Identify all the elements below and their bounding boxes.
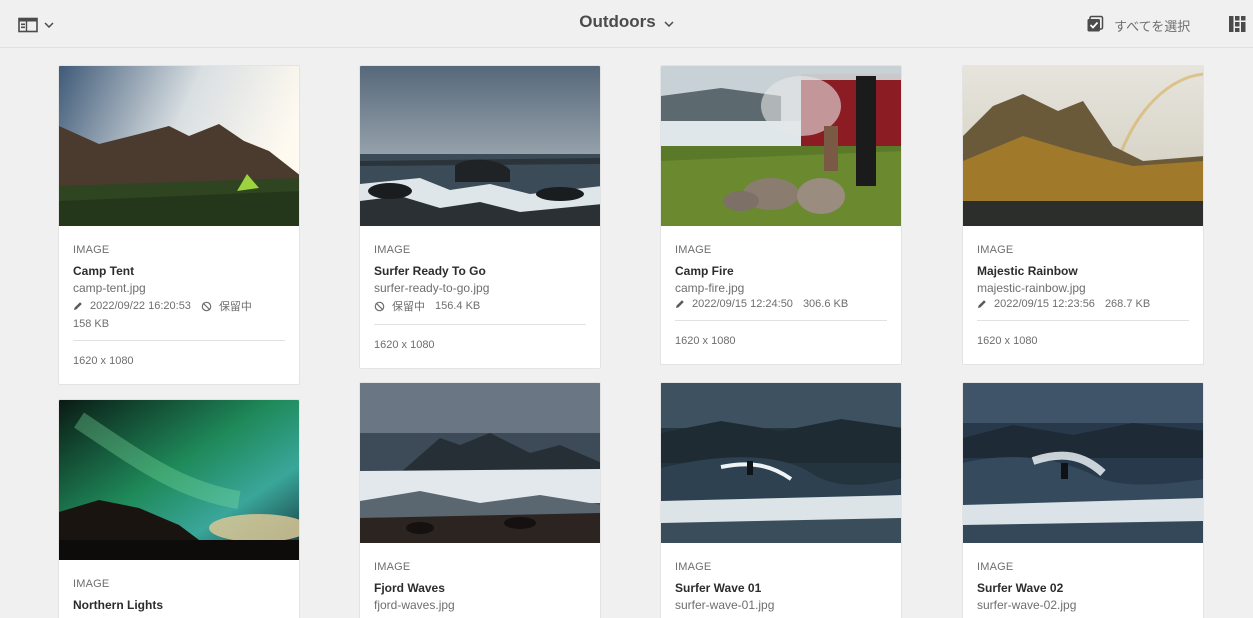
card-view-icon — [1228, 16, 1246, 37]
asset-title: Camp Tent — [73, 264, 135, 278]
asset-type: IMAGE — [374, 561, 411, 573]
asset-filename: camp-fire.jpg — [675, 281, 745, 295]
asset-thumbnail — [661, 383, 901, 543]
asset-type: IMAGE — [977, 244, 1014, 256]
asset-filename: surfer-wave-01.jpg — [675, 598, 775, 612]
asset-filename: camp-tent.jpg — [73, 281, 146, 295]
action-bar: Outdoors すべてを選択 — [0, 0, 1253, 48]
chevron-down-icon — [664, 12, 674, 32]
asset-filename: majestic-rainbow.jpg — [977, 281, 1086, 295]
asset-type: IMAGE — [73, 578, 110, 590]
file-size: 268.7 KB — [1104, 298, 1151, 310]
asset-thumbnail — [59, 66, 299, 226]
pending-icon — [201, 301, 212, 312]
asset-type: IMAGE — [977, 561, 1014, 573]
status-text: 保留中 — [392, 301, 425, 313]
asset-dimensions: 1620 x 1080 — [977, 335, 1038, 347]
asset-thumbnail — [360, 383, 600, 543]
asset-thumbnail — [661, 66, 901, 226]
asset-meta: 2022/09/15 12:23:56 268.7 KB — [977, 298, 1189, 310]
asset-title: Fjord Waves — [374, 581, 445, 595]
asset-type: IMAGE — [675, 244, 712, 256]
select-all-button[interactable]: すべてを選択 — [1086, 14, 1190, 36]
asset-title: Surfer Wave 01 — [675, 581, 762, 595]
asset-card[interactable]: IMAGE Northern Lights — [58, 399, 300, 618]
asset-type: IMAGE — [675, 561, 712, 573]
select-all-label: すべてを選択 — [1114, 18, 1191, 34]
page-title: Outdoors — [579, 12, 656, 31]
folder-title-dropdown[interactable]: Outdoors — [579, 12, 674, 32]
asset-card[interactable]: IMAGE Fjord Waves fjord-waves.jpg — [359, 382, 601, 618]
asset-title: Surfer Wave 02 — [977, 581, 1064, 595]
pencil-icon — [675, 299, 685, 309]
title-region: Outdoors — [0, 12, 1253, 32]
asset-thumbnail — [963, 66, 1203, 226]
divider — [374, 324, 586, 325]
asset-title: Camp Fire — [675, 264, 734, 278]
asset-meta: 2022/09/22 16:20:53 保留中 158 KB — [73, 298, 285, 330]
status-meta: 保留中 — [374, 298, 425, 314]
asset-title: Surfer Ready To Go — [374, 264, 486, 278]
view-switcher-button[interactable] — [1228, 15, 1246, 38]
pending-icon — [374, 301, 385, 312]
asset-dimensions: 1620 x 1080 — [374, 339, 435, 351]
asset-type: IMAGE — [73, 244, 110, 256]
asset-type: IMAGE — [374, 244, 411, 256]
asset-meta: 保留中 156.4 KB — [374, 298, 586, 314]
file-size: 158 KB — [73, 318, 110, 330]
asset-card[interactable]: IMAGE Camp Tent camp-tent.jpg 2022/09/22… — [58, 65, 300, 385]
divider — [73, 340, 285, 341]
asset-filename: surfer-wave-02.jpg — [977, 598, 1077, 612]
divider — [977, 320, 1189, 321]
modified-meta: 2022/09/22 16:20:53 — [73, 300, 191, 312]
asset-dimensions: 1620 x 1080 — [73, 355, 134, 367]
checkbox-icon — [1086, 15, 1104, 36]
file-size: 306.6 KB — [802, 298, 849, 310]
divider — [675, 320, 887, 321]
modified-date: 2022/09/15 12:24:50 — [692, 298, 793, 310]
asset-title: Northern Lights — [73, 598, 163, 612]
pencil-icon — [73, 301, 83, 311]
asset-meta: 2022/09/15 12:24:50 306.6 KB — [675, 298, 887, 310]
asset-card[interactable]: IMAGE Camp Fire camp-fire.jpg 2022/09/15… — [660, 65, 902, 365]
asset-title: Majestic Rainbow — [977, 264, 1078, 278]
asset-grid: IMAGE Camp Tent camp-tent.jpg 2022/09/22… — [0, 48, 1253, 618]
asset-thumbnail — [59, 400, 299, 560]
asset-filename: fjord-waves.jpg — [374, 598, 455, 612]
asset-card[interactable]: IMAGE Surfer Wave 02 surfer-wave-02.jpg — [962, 382, 1204, 618]
asset-card[interactable]: IMAGE Surfer Ready To Go surfer-ready-to… — [359, 65, 601, 369]
asset-thumbnail — [360, 66, 600, 226]
pencil-icon — [977, 299, 987, 309]
status-text: 保留中 — [218, 301, 252, 313]
asset-filename: surfer-ready-to-go.jpg — [374, 281, 490, 295]
asset-card[interactable]: IMAGE Surfer Wave 01 surfer-wave-01.jpg — [660, 382, 902, 618]
file-size: 156.4 KB — [435, 300, 481, 312]
status-meta: 保留中 — [201, 298, 252, 314]
modified-date: 2022/09/22 16:20:53 — [90, 300, 191, 312]
asset-dimensions: 1620 x 1080 — [675, 335, 736, 347]
modified-date: 2022/09/15 12:23:56 — [994, 298, 1095, 310]
modified-meta: 2022/09/15 12:23:56 — [977, 298, 1095, 310]
asset-thumbnail — [963, 383, 1203, 543]
modified-meta: 2022/09/15 12:24:50 — [675, 298, 793, 310]
asset-card[interactable]: IMAGE Majestic Rainbow majestic-rainbow.… — [962, 65, 1204, 365]
